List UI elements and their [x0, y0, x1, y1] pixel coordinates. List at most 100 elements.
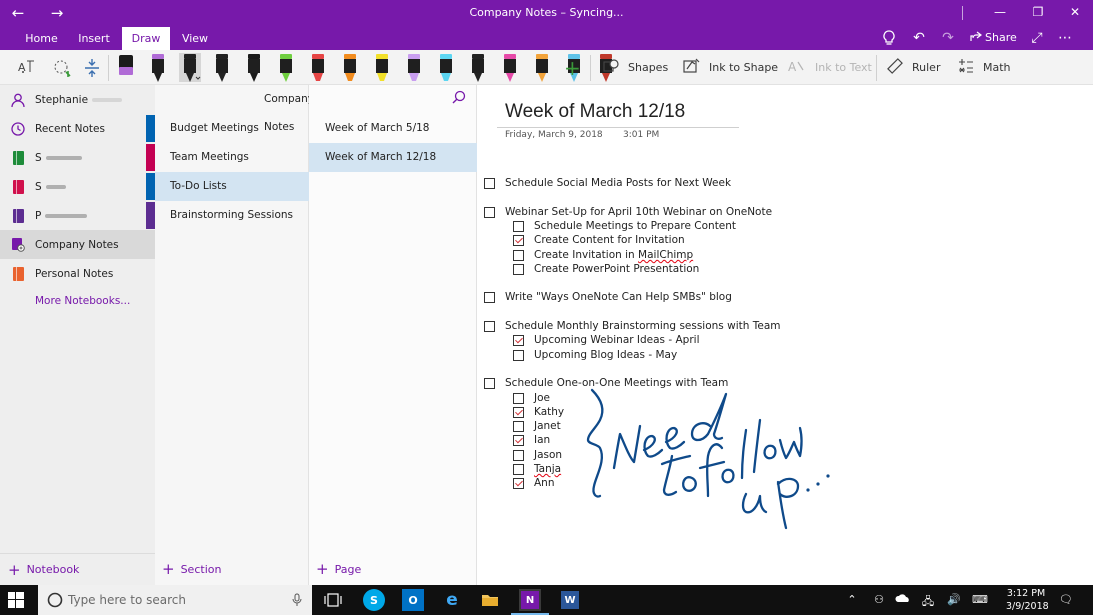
todo-item[interactable]: Joe — [513, 391, 550, 405]
todo-checkbox[interactable] — [484, 177, 495, 189]
nav-item-recent-notes[interactable]: Recent Notes — [0, 114, 155, 143]
pen-5-icon[interactable] — [275, 53, 297, 82]
todo-checkbox[interactable] — [484, 291, 495, 303]
network-icon[interactable]: 🖧 — [920, 593, 936, 612]
redo-icon[interactable]: ↷ — [939, 30, 957, 46]
todo-item[interactable]: Upcoming Webinar Ideas - April — [513, 333, 700, 347]
word-icon[interactable]: W — [559, 589, 581, 611]
outlook-icon[interactable]: O — [402, 589, 424, 611]
user-account[interactable]: Stephanie — [0, 85, 155, 114]
todo-checkbox[interactable] — [513, 249, 524, 261]
keyboard-icon[interactable]: ⌨ — [972, 593, 988, 606]
todo-item[interactable]: Jason — [513, 448, 562, 462]
todo-checkbox[interactable] — [513, 220, 524, 232]
section-item-budget-meetings[interactable]: Budget Meetings — [146, 114, 309, 143]
todo-item[interactable]: Webinar Set-Up for April 10th Webinar on… — [484, 205, 772, 219]
page-title[interactable]: Week of March 12/18 — [505, 101, 685, 123]
todo-item[interactable]: Kathy — [513, 405, 564, 419]
tab-home[interactable]: Home — [19, 27, 64, 50]
task-view-icon[interactable] — [322, 589, 344, 611]
pen-6-icon[interactable] — [307, 53, 329, 82]
pen-9-icon[interactable] — [403, 53, 425, 82]
lightbulb-icon[interactable] — [880, 30, 898, 50]
more-notebooks-link[interactable]: More Notebooks... — [0, 286, 155, 315]
ruler-button[interactable]: Ruler — [887, 50, 940, 85]
todo-item[interactable]: Create Invitation in MailChimp — [513, 248, 693, 262]
todo-item[interactable]: Write "Ways OneNote Can Help SMBs" blog — [484, 290, 732, 304]
todo-checkbox[interactable] — [513, 406, 524, 418]
todo-checkbox[interactable] — [513, 477, 524, 489]
todo-checkbox[interactable] — [513, 334, 524, 346]
pen-4-icon[interactable] — [243, 53, 265, 82]
math-button[interactable]: Math — [958, 50, 1011, 85]
minimize-icon[interactable]: — — [990, 5, 1010, 19]
pen-2-icon[interactable] — [179, 53, 201, 82]
nav-item-notebook-3[interactable]: P — [0, 201, 155, 230]
add-notebook-button[interactable]: + Notebook — [0, 553, 155, 585]
todo-checkbox[interactable] — [513, 349, 524, 361]
todo-item[interactable]: Ian — [513, 433, 550, 447]
section-item-brainstorming-sessions[interactable]: Brainstorming Sessions — [146, 201, 309, 230]
people-icon[interactable]: ⚇ — [871, 593, 887, 606]
todo-item[interactable]: Schedule Monthly Brainstorming sessions … — [484, 319, 780, 333]
eraser-icon[interactable] — [115, 53, 137, 82]
pen-1-icon[interactable] — [147, 53, 169, 82]
todo-checkbox[interactable] — [513, 449, 524, 461]
todo-item[interactable]: Tanja — [513, 462, 561, 476]
todo-item[interactable]: Create Content for Invitation — [513, 233, 685, 247]
share-button[interactable]: Share — [970, 31, 1017, 44]
nav-item-notebook-2[interactable]: S — [0, 172, 155, 201]
pen-12-icon[interactable] — [499, 53, 521, 82]
todo-checkbox[interactable] — [513, 263, 524, 275]
section-item-team-meetings[interactable]: Team Meetings — [146, 143, 309, 172]
todo-item[interactable]: Create PowerPoint Presentation — [513, 262, 699, 276]
taskbar-search-box[interactable]: Type here to search — [38, 585, 312, 615]
todo-checkbox[interactable] — [484, 377, 495, 389]
fullscreen-icon[interactable]: ⤢ — [1028, 30, 1046, 46]
skype-icon[interactable]: S — [363, 589, 385, 611]
tab-insert[interactable]: Insert — [71, 27, 117, 50]
nav-item-company-notes[interactable]: Company Notes — [0, 230, 155, 259]
todo-item[interactable]: Janet — [513, 419, 561, 433]
add-section-button[interactable]: + Section — [162, 553, 221, 585]
microphone-icon[interactable] — [292, 593, 302, 607]
todo-checkbox[interactable] — [484, 320, 495, 332]
handwritten-ink-need-to-follow-up[interactable] — [586, 386, 836, 536]
system-clock[interactable]: 3:12 PM 3/9/2018 — [1006, 587, 1049, 613]
close-icon[interactable]: ✕ — [1065, 5, 1085, 19]
nav-item-notebook-1[interactable]: S — [0, 143, 155, 172]
todo-item[interactable]: Ann — [513, 476, 555, 490]
shapes-button[interactable]: Shapes — [603, 50, 668, 85]
search-icon[interactable] — [452, 85, 466, 113]
todo-item[interactable]: Schedule Social Media Posts for Next Wee… — [484, 176, 731, 190]
volume-icon[interactable]: 🔊 — [946, 593, 962, 606]
undo-icon[interactable]: ↶ — [910, 30, 928, 46]
todo-checkbox[interactable] — [513, 420, 524, 432]
tab-draw[interactable]: Draw — [122, 27, 170, 50]
todo-checkbox[interactable] — [513, 463, 524, 475]
notifications-icon[interactable]: 🗨 — [1058, 593, 1074, 606]
todo-checkbox[interactable] — [513, 234, 524, 246]
todo-item[interactable]: Schedule Meetings to Prepare Content — [513, 219, 736, 233]
pen-8-icon[interactable] — [371, 53, 393, 82]
pen-7-icon[interactable] — [339, 53, 361, 82]
todo-item[interactable]: Upcoming Blog Ideas - May — [513, 348, 677, 362]
pen-10-icon[interactable] — [435, 53, 457, 82]
todo-checkbox[interactable] — [513, 434, 524, 446]
ink-to-shape-button[interactable]: Ink to Shape — [683, 50, 778, 85]
show-hidden-icons-icon[interactable]: ⌃ — [844, 593, 860, 606]
todo-checkbox[interactable] — [484, 206, 495, 218]
pen-13-icon[interactable] — [531, 53, 553, 82]
edge-icon[interactable]: e — [441, 589, 463, 611]
onenote-taskbar-icon[interactable]: N — [511, 589, 549, 615]
nav-item-personal-notes[interactable]: Personal Notes — [0, 259, 155, 288]
ink-to-text-button[interactable]: A Ink to Text — [788, 50, 872, 85]
more-options-icon[interactable]: ⋯ — [1056, 30, 1074, 46]
pen-11-icon[interactable] — [467, 53, 489, 82]
add-page-button[interactable]: + Page — [316, 553, 361, 585]
page-item-week-march-5[interactable]: Week of March 5/18 — [309, 114, 477, 143]
pen-3-icon[interactable] — [211, 53, 233, 82]
section-item-to-do-lists[interactable]: To-Do Lists — [146, 172, 309, 201]
tab-view[interactable]: View — [175, 27, 215, 50]
windows-start-icon[interactable] — [8, 592, 24, 612]
